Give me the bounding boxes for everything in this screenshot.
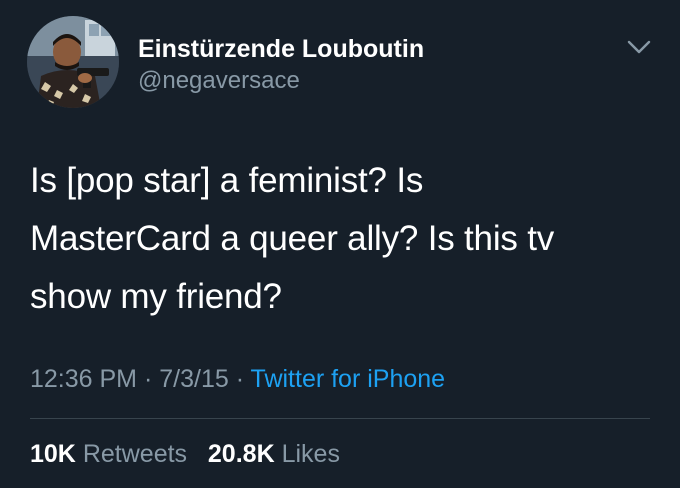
divider <box>30 418 650 419</box>
tweet-card: Einstürzende Louboutin @negaversace Is [… <box>0 0 680 488</box>
display-name[interactable]: Einstürzende Louboutin <box>138 34 424 64</box>
retweets-count: 10K <box>30 440 76 468</box>
avatar-photo-icon <box>27 16 119 108</box>
tweet-text-line: MasterCard a queer ally? Is this tv <box>30 219 555 258</box>
likes-stat[interactable]: 20.8K Likes <box>208 440 340 468</box>
tweet-meta: 12:36 PM · 7/3/15 · Twitter for iPhone <box>30 364 445 394</box>
avatar[interactable] <box>27 16 119 108</box>
user-info: Einstürzende Louboutin @negaversace <box>138 34 424 96</box>
tweet-text-line: show my friend? <box>30 277 282 316</box>
retweets-stat[interactable]: 10K Retweets <box>30 440 194 468</box>
meta-separator: · <box>235 365 245 393</box>
likes-label: Likes <box>281 440 340 468</box>
tweet-source-link[interactable]: Twitter for iPhone <box>251 365 446 393</box>
likes-count: 20.8K <box>207 440 275 468</box>
tweet-text-line: Is [pop star] a feminist? Is <box>30 161 424 200</box>
tweet-text: Is [pop star] a feminist? Is MasterCard … <box>30 152 650 326</box>
tweet-time[interactable]: 12:36 PM <box>30 365 137 393</box>
user-handle[interactable]: @negaversace <box>138 66 424 96</box>
meta-separator: · <box>143 365 153 393</box>
retweets-label: Retweets <box>82 440 188 468</box>
tweet-stats: 10K Retweets 20.8K Likes <box>30 439 340 469</box>
tweet-date[interactable]: 7/3/15 <box>159 365 229 393</box>
chevron-down-icon[interactable] <box>626 38 652 56</box>
